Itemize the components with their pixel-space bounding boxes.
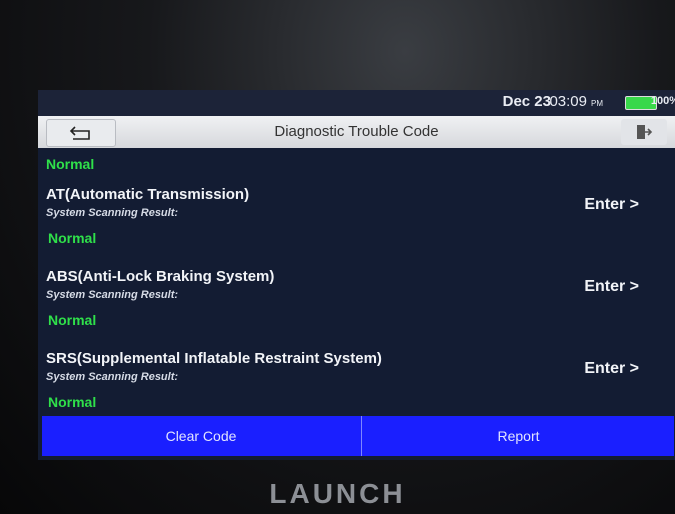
scan-status: Normal — [48, 312, 97, 328]
action-bar: Clear Code Report — [42, 416, 674, 456]
status-ampm: PM — [591, 99, 603, 108]
enter-button-srs[interactable]: Enter > — [584, 360, 639, 378]
scan-result-label: System Scanning Result: — [46, 289, 179, 301]
system-name: ABS(Anti-Lock Braking System) — [46, 268, 275, 285]
scan-result-label: System Scanning Result: — [46, 371, 179, 383]
system-name: AT(Automatic Transmission) — [46, 186, 250, 203]
title-bar: Diagnostic Trouble Code — [38, 116, 675, 148]
enter-button-abs[interactable]: Enter > — [584, 278, 639, 296]
scan-status: Normal — [48, 394, 97, 410]
scan-result-label: System Scanning Result: — [46, 207, 179, 219]
previous-system-status: Normal — [46, 156, 95, 172]
list-item-at: AT(Automatic Transmission) System Scanni… — [38, 186, 675, 268]
exit-icon — [637, 125, 653, 139]
battery-percentage: 100% — [650, 95, 675, 107]
list-item-abs: ABS(Anti-Lock Braking System) System Sca… — [38, 268, 675, 350]
status-bar: Dec 23 03:09 PM 100% — [38, 90, 675, 116]
device-screen: Dec 23 03:09 PM 100% Diagnostic Trouble … — [38, 90, 675, 460]
scan-status: Normal — [48, 230, 97, 246]
system-name: SRS(Supplemental Inflatable Restraint Sy… — [46, 350, 382, 367]
report-button[interactable]: Report — [361, 416, 675, 456]
page-title: Diagnostic Trouble Code — [274, 123, 439, 140]
clear-code-button[interactable]: Clear Code — [42, 416, 360, 456]
brand-logo: LAUNCH — [269, 478, 406, 509]
exit-button[interactable] — [621, 119, 667, 145]
list-item-srs: SRS(Supplemental Inflatable Restraint Sy… — [38, 350, 675, 416]
status-time: 03:09 — [549, 93, 587, 110]
system-list: Normal AT(Automatic Transmission) System… — [38, 148, 675, 416]
status-date: Dec 23 — [502, 93, 551, 110]
enter-button-at[interactable]: Enter > — [584, 196, 639, 214]
